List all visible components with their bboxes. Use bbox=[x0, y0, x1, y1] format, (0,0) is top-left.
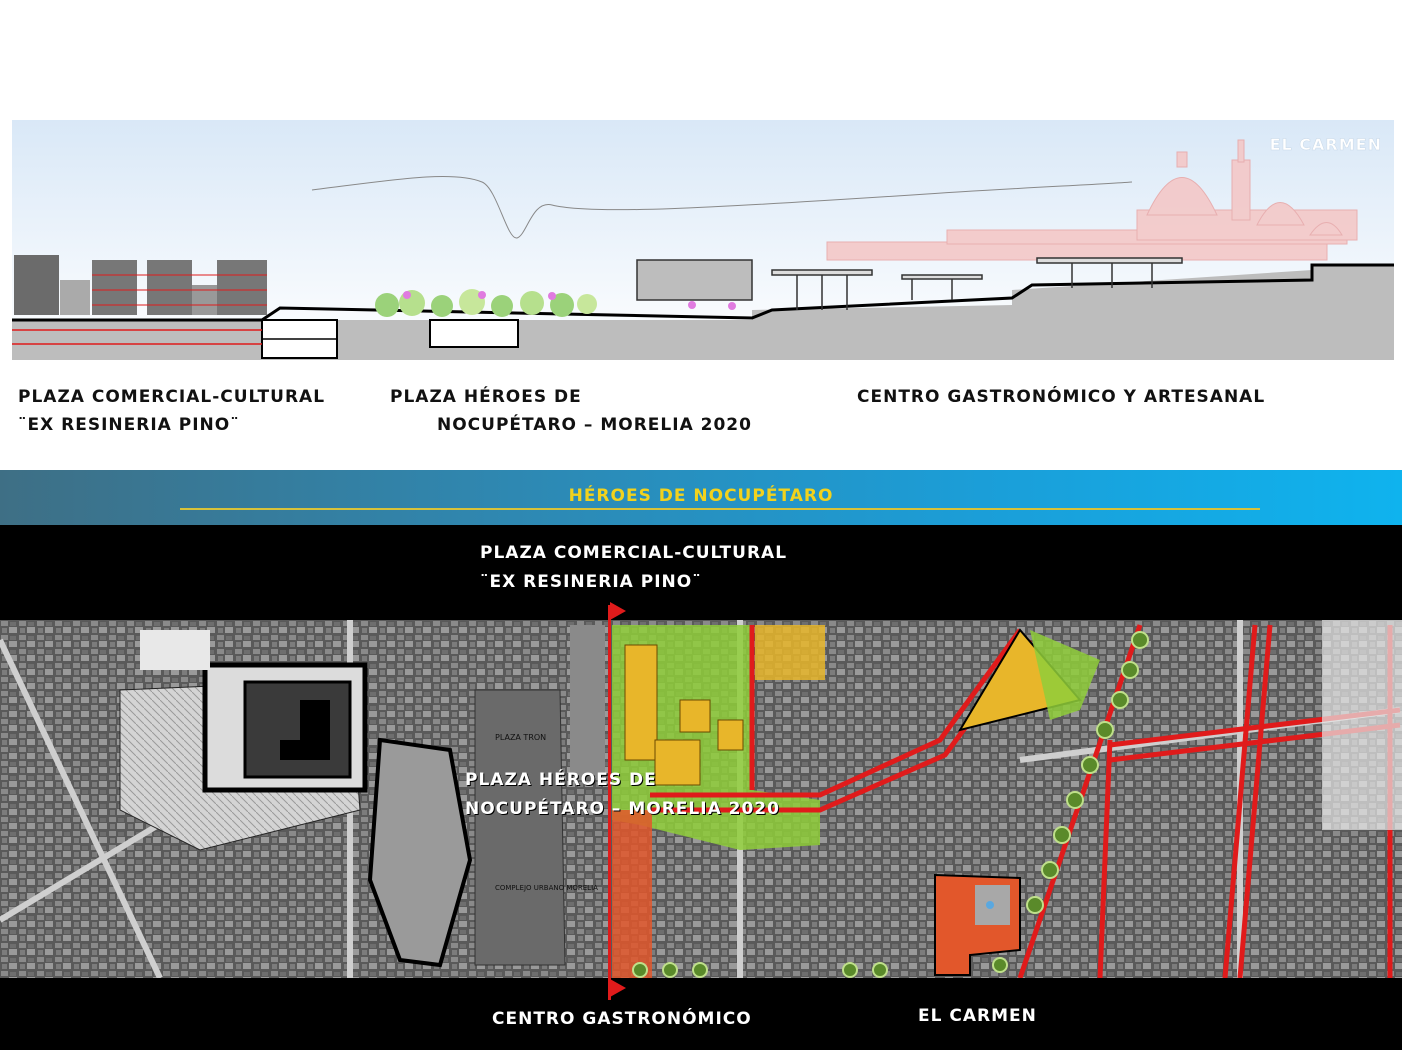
section-label-centro-gastronomico: CENTRO GASTRONÓMICO Y ARTESANAL bbox=[857, 387, 1266, 407]
plaza-tron-label: PLAZA TRON bbox=[495, 733, 546, 742]
banner-rule bbox=[180, 508, 1260, 510]
section-label-ex-resineria: ¨EX RESINERIA PINO¨ bbox=[18, 415, 240, 435]
section-label-plaza-heroes: PLAZA HÉROES DE bbox=[390, 387, 582, 407]
map-label-el-carmen: EL CARMEN bbox=[918, 1006, 1037, 1026]
map-label-plaza-heroes: PLAZA HÉROES DE bbox=[465, 770, 657, 790]
section-panel: EL CARMEN PLAZA COMERCIAL-CULTURAL ¨EX R… bbox=[0, 0, 1402, 470]
map-label-centro-gastronomico: CENTRO GASTRONÓMICO bbox=[492, 1009, 752, 1029]
el-carmen-corner-label: EL CARMEN bbox=[1270, 135, 1382, 154]
complejo-label: COMPLEJO URBANO MORELIA bbox=[495, 884, 598, 892]
map-label-plaza-comercial: PLAZA COMERCIAL-CULTURAL bbox=[480, 543, 788, 563]
gastronomic-building-box bbox=[636, 259, 753, 301]
map-label-nocupetaro-morelia: NOCUPÉTARO – MORELIA 2020 bbox=[465, 799, 780, 819]
banner-title: HÉROES DE NOCUPÉTARO bbox=[568, 486, 834, 506]
section-marker-bottom bbox=[610, 979, 626, 997]
underground-tunnel bbox=[429, 319, 519, 348]
architectural-section-drawing: EL CARMEN bbox=[12, 120, 1394, 360]
section-label-nocupetaro-morelia: NOCUPÉTARO – MORELIA 2020 bbox=[437, 415, 752, 435]
title-banner: HÉROES DE NOCUPÉTARO bbox=[0, 470, 1402, 525]
section-marker-top bbox=[610, 602, 626, 620]
map-label-ex-resineria: ¨EX RESINERIA PINO¨ bbox=[480, 572, 702, 592]
section-label-plaza-comercial: PLAZA COMERCIAL-CULTURAL bbox=[18, 387, 326, 407]
centro-gastronomico-block bbox=[612, 810, 652, 978]
